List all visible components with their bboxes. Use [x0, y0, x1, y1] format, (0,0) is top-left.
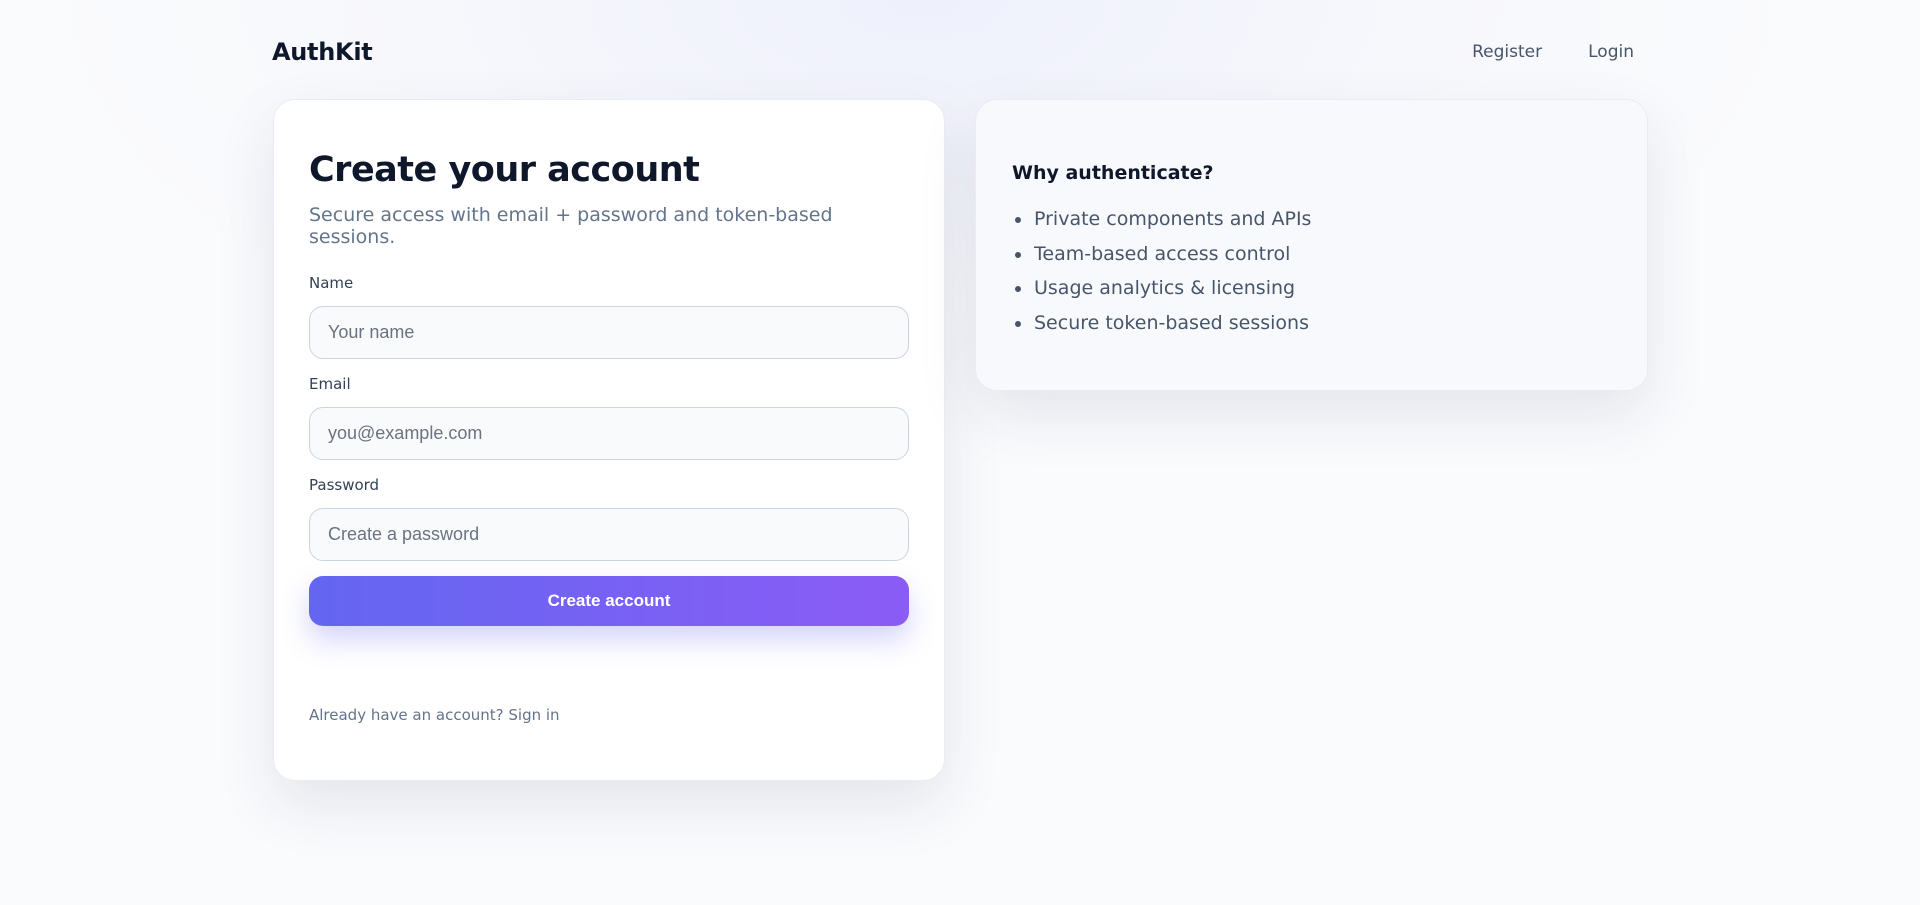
why-authenticate-card: Why authenticate? Private components and…: [975, 99, 1648, 391]
list-item: Secure token-based sessions: [1012, 306, 1612, 341]
top-bar: AuthKit Register Login: [272, 30, 1648, 74]
brand-logo[interactable]: AuthKit: [272, 38, 373, 66]
top-nav: Register Login: [1449, 34, 1648, 70]
list-item-label: Secure token-based sessions: [1034, 311, 1309, 334]
bullet-icon: [1015, 320, 1021, 327]
list-item: Private components and APIs: [1012, 202, 1612, 237]
bullet-icon: [1015, 286, 1021, 292]
list-item-label: Team-based access control: [1034, 242, 1291, 265]
nav-login-link[interactable]: Login: [1565, 34, 1648, 70]
name-label: Name: [309, 274, 354, 292]
create-account-button[interactable]: Create account: [309, 576, 909, 626]
nav-register-link[interactable]: Register: [1449, 34, 1565, 70]
bullet-icon: [1015, 217, 1021, 223]
password-input[interactable]: [309, 508, 909, 561]
page-subtitle: Secure access with email + password and …: [309, 204, 833, 248]
list-item: Team-based access control: [1012, 237, 1612, 272]
sign-in-link[interactable]: Sign in: [508, 706, 559, 724]
page-title: Create your account: [309, 150, 700, 190]
list-item-label: Private components and APIs: [1034, 208, 1312, 230]
bullet-icon: [1015, 251, 1021, 258]
email-input[interactable]: [309, 407, 909, 460]
why-title: Why authenticate?: [1012, 162, 1214, 184]
email-label: Email: [309, 375, 351, 393]
name-input[interactable]: [309, 306, 909, 359]
list-item: Usage analytics & licensing: [1012, 271, 1612, 306]
benefits-list: Private components and APIs Team-based a…: [1012, 202, 1612, 340]
password-label: Password: [309, 476, 380, 494]
list-item-label: Usage analytics & licensing: [1034, 277, 1296, 299]
signup-card: Create your account Secure access with e…: [273, 99, 945, 781]
signin-prompt: Already have an account? Sign in: [309, 706, 560, 724]
signin-prompt-text: Already have an account?: [309, 706, 504, 724]
